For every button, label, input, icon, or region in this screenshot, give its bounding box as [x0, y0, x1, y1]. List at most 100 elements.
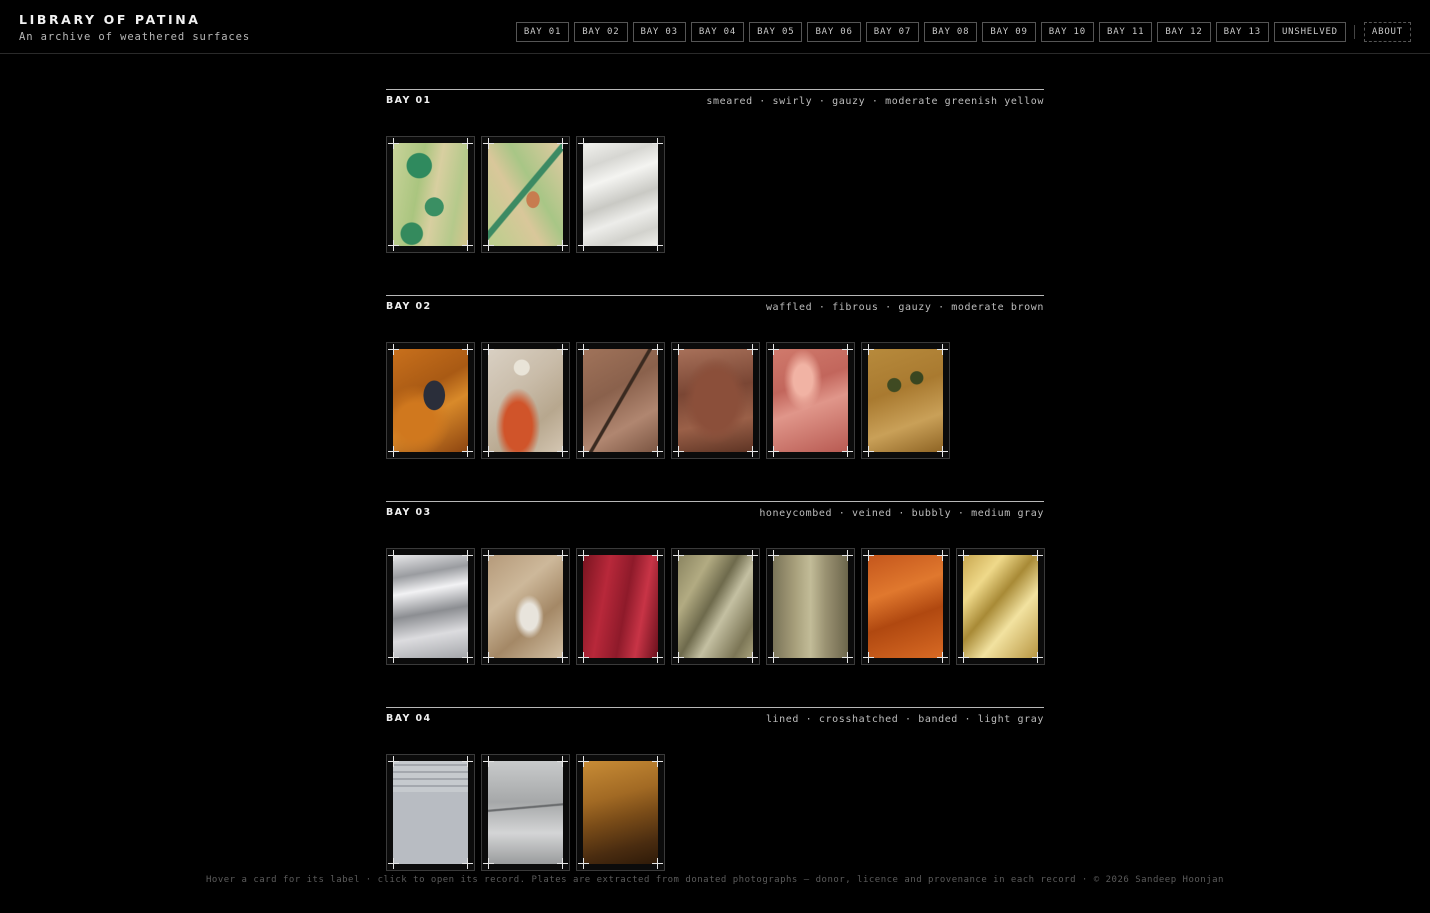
plate-image: [583, 349, 658, 452]
corner-crosshair-icon: [747, 446, 758, 457]
plate-card[interactable]: [481, 342, 570, 459]
bays-list: BAY 01 smeared · swirly · gauzy · moderat…: [386, 89, 1045, 913]
corner-crosshair-icon: [483, 446, 494, 457]
corner-crosshair-icon: [388, 446, 399, 457]
plate-card[interactable]: [861, 342, 950, 459]
corner-crosshair-icon: [557, 446, 568, 457]
plate-grid: [386, 754, 671, 871]
nav-bay-09-button[interactable]: BAY 09: [982, 22, 1036, 42]
bay-descriptors: smeared · swirly · gauzy · moderate gree…: [706, 96, 1044, 107]
corner-crosshair-icon: [462, 858, 473, 869]
nav-bay-08-button[interactable]: BAY 08: [924, 22, 978, 42]
bay-descriptors: honeycombed · veined · bubbly · medium g…: [759, 508, 1044, 519]
corner-crosshair-icon: [483, 138, 494, 149]
plate-card[interactable]: [671, 548, 760, 665]
corner-crosshair-icon: [842, 550, 853, 561]
nav-bay-13-button[interactable]: BAY 13: [1215, 22, 1269, 42]
corner-crosshair-icon: [842, 652, 853, 663]
plate-image: [393, 349, 468, 452]
corner-crosshair-icon: [937, 446, 948, 457]
nav-bay-11-button[interactable]: BAY 11: [1099, 22, 1153, 42]
plate-card[interactable]: [481, 548, 570, 665]
bay-title: BAY 01: [386, 95, 432, 106]
plate-image: [963, 555, 1038, 658]
nav-bay-03-button[interactable]: BAY 03: [632, 22, 686, 42]
corner-crosshair-icon: [483, 756, 494, 767]
plate-card[interactable]: [386, 136, 475, 253]
bay-title: BAY 04: [386, 713, 432, 724]
bay-nav: BAY 01 BAY 02 BAY 03 BAY 04 BAY 05 BAY 06 BAY …: [511, 22, 1411, 42]
plate-card[interactable]: [386, 342, 475, 459]
corner-crosshair-icon: [578, 240, 589, 251]
nav-bay-01-button[interactable]: BAY 01: [515, 22, 570, 42]
corner-crosshair-icon: [462, 652, 473, 663]
nav-divider: [1353, 25, 1355, 39]
nav-about-button[interactable]: ABOUT: [1363, 22, 1411, 42]
bay-divider: [386, 89, 1044, 90]
corner-crosshair-icon: [673, 446, 684, 457]
bay-title: BAY 02: [386, 301, 432, 312]
plate-image: [583, 143, 658, 246]
corner-crosshair-icon: [557, 550, 568, 561]
corner-crosshair-icon: [578, 550, 589, 561]
plate-card[interactable]: [766, 342, 855, 459]
corner-crosshair-icon: [462, 550, 473, 561]
corner-crosshair-icon: [388, 756, 399, 767]
bay-divider: [386, 707, 1044, 708]
nav-bay-07-button[interactable]: BAY 07: [865, 22, 920, 42]
plate-card[interactable]: [481, 136, 570, 253]
bay-title: BAY 03: [386, 507, 432, 518]
nav-bay-06-button[interactable]: BAY 06: [807, 22, 861, 42]
corner-crosshair-icon: [768, 550, 779, 561]
corner-crosshair-icon: [483, 344, 494, 355]
corner-crosshair-icon: [462, 240, 473, 251]
corner-crosshair-icon: [388, 240, 399, 251]
corner-crosshair-icon: [483, 858, 494, 869]
plate-card[interactable]: [576, 342, 665, 459]
site-subtitle: An archive of weathered surfaces: [19, 31, 251, 43]
plate-card[interactable]: [861, 548, 950, 665]
corner-crosshair-icon: [863, 652, 874, 663]
plate-card[interactable]: [576, 548, 665, 665]
corner-crosshair-icon: [388, 550, 399, 561]
corner-crosshair-icon: [937, 550, 948, 561]
nav-unshelved-button[interactable]: UNSHELVED: [1273, 22, 1346, 42]
corner-crosshair-icon: [958, 550, 969, 561]
plate-image: [678, 555, 753, 658]
corner-crosshair-icon: [863, 550, 874, 561]
corner-crosshair-icon: [483, 550, 494, 561]
corner-crosshair-icon: [1032, 550, 1043, 561]
plate-card[interactable]: [576, 754, 665, 871]
plate-card[interactable]: [386, 548, 475, 665]
nav-bay-12-button[interactable]: BAY 12: [1157, 22, 1211, 42]
nav-bay-10-button[interactable]: BAY 10: [1040, 22, 1094, 42]
site-header: LIBRARY OF PATINA An archive of weathere…: [0, 0, 1430, 54]
corner-crosshair-icon: [462, 446, 473, 457]
corner-crosshair-icon: [557, 344, 568, 355]
corner-crosshair-icon: [578, 858, 589, 869]
corner-crosshair-icon: [842, 446, 853, 457]
nav-bay-02-button[interactable]: BAY 02: [574, 22, 628, 42]
site-title[interactable]: LIBRARY OF PATINA: [19, 12, 201, 27]
plate-card[interactable]: [576, 136, 665, 253]
corner-crosshair-icon: [388, 652, 399, 663]
plate-image: [868, 555, 943, 658]
plate-image: [678, 349, 753, 452]
plate-grid: [386, 342, 956, 459]
corner-crosshair-icon: [557, 138, 568, 149]
plate-card[interactable]: [671, 342, 760, 459]
plate-card[interactable]: [956, 548, 1045, 665]
corner-crosshair-icon: [747, 344, 758, 355]
corner-crosshair-icon: [958, 652, 969, 663]
bay-descriptors: lined · crosshatched · banded · light gr…: [765, 714, 1044, 725]
corner-crosshair-icon: [578, 652, 589, 663]
plate-image: [488, 761, 563, 864]
plate-card[interactable]: [386, 754, 475, 871]
corner-crosshair-icon: [462, 138, 473, 149]
corner-crosshair-icon: [652, 858, 663, 869]
corner-crosshair-icon: [557, 858, 568, 869]
plate-card[interactable]: [481, 754, 570, 871]
plate-card[interactable]: [766, 548, 855, 665]
nav-bay-04-button[interactable]: BAY 04: [690, 22, 745, 42]
nav-bay-05-button[interactable]: BAY 05: [749, 22, 803, 42]
